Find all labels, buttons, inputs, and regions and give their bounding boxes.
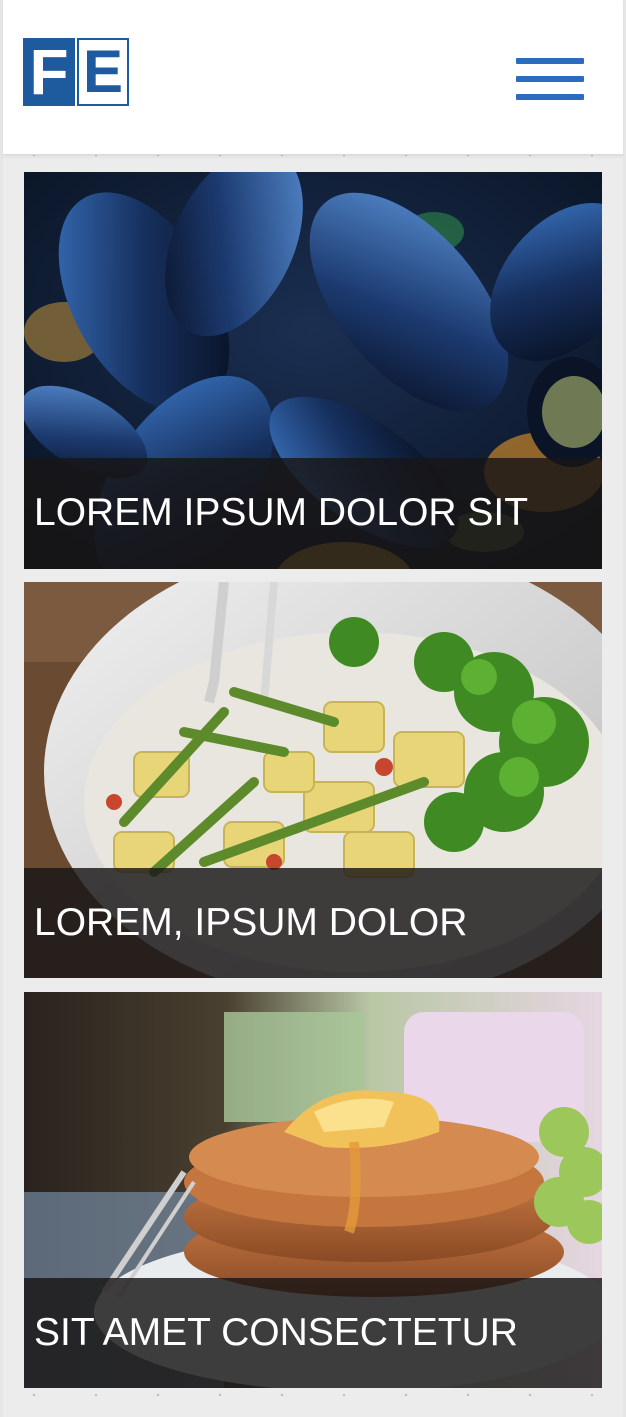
menu-bar — [516, 58, 584, 64]
logo-e-block: E — [77, 38, 129, 106]
menu-bar — [516, 94, 584, 100]
logo-f-block: F — [23, 38, 75, 106]
card-title: LOREM, IPSUM DOLOR — [34, 901, 468, 944]
card-caption-bar: LOREM, IPSUM DOLOR — [24, 868, 602, 978]
food-card-2[interactable]: LOREM, IPSUM DOLOR — [24, 582, 602, 978]
site-header: F E — [3, 0, 623, 155]
card-caption-bar: SIT AMET CONSECTETUR — [24, 1278, 602, 1388]
logo-letter-e: E — [82, 38, 124, 105]
food-card-1[interactable]: LOREM IPSUM DOLOR SIT — [24, 172, 602, 569]
hamburger-menu-icon[interactable] — [516, 55, 586, 105]
card-title: LOREM IPSUM DOLOR SIT — [34, 491, 529, 534]
card-title: SIT AMET CONSECTETUR — [34, 1311, 518, 1354]
food-card-3[interactable]: SIT AMET CONSECTETUR — [24, 992, 602, 1388]
logo-letter-f: F — [29, 36, 69, 108]
menu-bar — [516, 76, 584, 82]
site-logo[interactable]: F E — [23, 38, 129, 106]
card-caption-bar: LOREM IPSUM DOLOR SIT — [24, 458, 602, 569]
